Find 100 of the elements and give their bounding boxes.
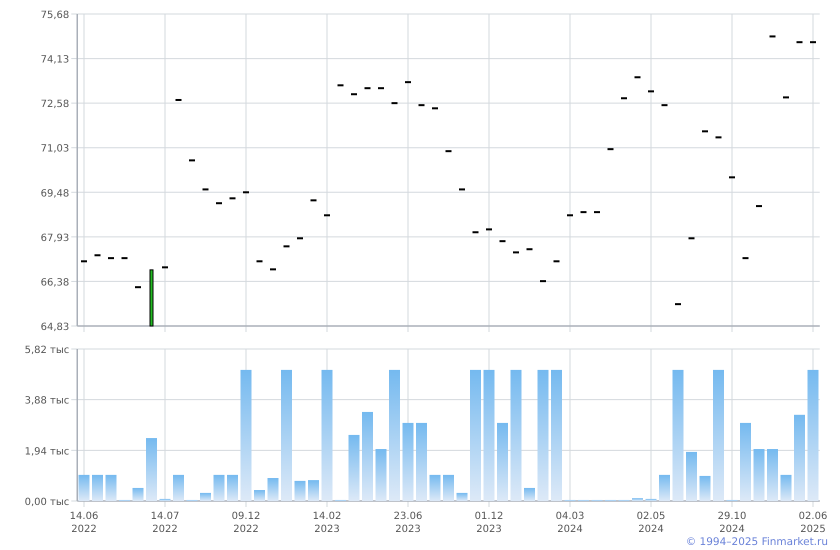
price-mark [702,130,708,132]
price-mark [796,41,802,44]
volume-bar [430,474,440,501]
axis-label: 01.12 2023 [474,511,504,535]
price-mark [81,260,87,262]
axis-label: 14.06 2022 [70,511,98,535]
axis-label: 14.02 2023 [312,511,342,535]
axis-label: 0,00 тыс [24,497,70,508]
price-mark [297,237,303,240]
price-mark [662,104,668,106]
axis-label: 29.10 2024 [718,511,746,535]
price-mark [310,199,316,202]
axis-label: 67,93 [40,232,70,244]
volume-bar [214,474,224,501]
price-mark [392,102,398,104]
price-mark [621,97,627,100]
price-mark [540,280,546,282]
price-mark [216,202,222,204]
price-mark [256,260,262,262]
axis-label: 64,83 [40,322,70,333]
axis-label: 69,48 [40,188,70,200]
price-mark [351,93,357,96]
axis-label: 74,13 [40,54,70,66]
axis-label: 02.06 2025 [798,511,828,535]
price-mark [688,237,694,240]
price-mark [675,303,681,306]
volume-bar [160,498,170,501]
price-mark [580,211,586,214]
axis-label: 71,03 [40,144,70,155]
volume-bar [700,476,710,501]
price-mark [648,90,654,92]
candle-bar [150,269,154,326]
axis-label: 1,94 тыс [24,446,70,458]
axis-label: 23.06 2023 [394,511,422,535]
price-mark [135,286,141,288]
price-mark [324,214,330,216]
price-mark [284,245,290,248]
volume-bar [132,488,144,501]
volume-bar [646,498,656,501]
axis-label: 02.05 2024 [636,511,666,535]
axis-label: 72,58 [40,99,70,110]
price-mark [634,76,640,78]
volume-bar [767,449,778,501]
volume-bar [754,449,764,501]
axis-label: 09.12 2022 [232,511,260,535]
price-mark [608,148,614,150]
axis-label: 04.03 2024 [556,511,584,535]
price-mark [122,257,128,260]
price-mark [810,41,816,44]
price-mark [418,104,424,106]
price-mark [94,254,100,256]
volume-bar [294,480,306,501]
volume-bar [686,452,697,501]
axis-label: 14.07 2022 [150,511,180,535]
price-mark [176,98,182,101]
price-mark [446,150,452,152]
volume-bar [92,474,103,501]
price-mark [108,257,114,260]
price-mark [554,260,560,262]
price-mark [202,188,208,190]
price-mark [756,205,762,208]
price-mark [486,228,492,230]
price-mark [230,197,236,200]
volume-bar [659,474,670,501]
copyright-text: © 1994–2025 Finmarket.ru [686,535,828,549]
axis-label: 66,38 [40,277,70,288]
volume-bar [524,488,535,501]
volume-bar [376,449,386,501]
price-mark [742,257,748,260]
volume-bar [348,434,360,501]
volume-bar [308,480,319,501]
price-mark [594,211,600,214]
price-mark [162,266,168,268]
volume-bar [227,474,238,501]
price-mark [472,231,478,234]
price-mark [270,268,276,270]
price-mark [526,248,532,250]
volume-bar [200,492,211,501]
price-mark [716,136,722,138]
price-mark [432,107,438,110]
price-mark [364,87,370,90]
price-mark [243,191,249,194]
axis-label: 75,68 [40,10,70,21]
volume-bar [632,498,643,501]
volume-bar [780,474,792,501]
price-mark [500,240,506,242]
axis-label: 3,88 тыс [24,396,70,407]
price-mark [770,35,776,38]
price-mark [783,96,789,98]
price-mark [729,176,735,178]
volume-bar [456,492,468,501]
price-mark [378,87,384,90]
volume-bar [106,474,116,501]
volume-bar [146,438,157,501]
volume-bar [173,474,184,501]
price-mark [405,81,411,84]
volume-bar [443,474,454,501]
volume-bar [78,474,90,501]
price-mark [513,251,519,254]
price-mark [459,188,465,190]
